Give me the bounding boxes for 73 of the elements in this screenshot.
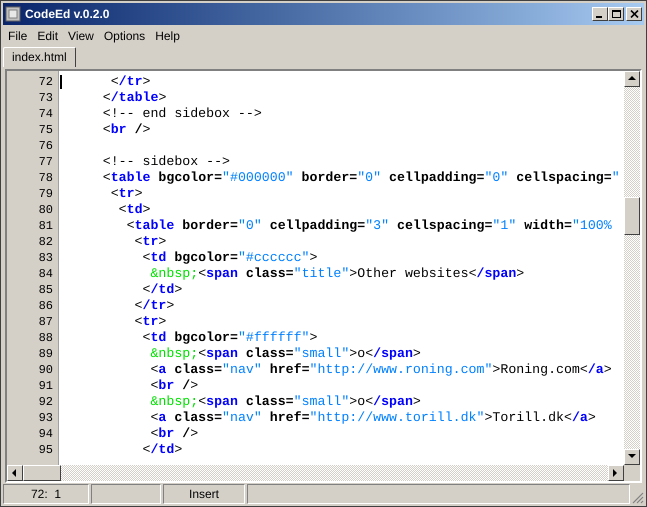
line-number: 73 xyxy=(38,90,54,106)
line-number: 86 xyxy=(38,298,54,314)
code-line: <!-- sidebox --> xyxy=(102,154,230,169)
line-number: 78 xyxy=(38,170,54,186)
maximize-button[interactable] xyxy=(608,7,624,21)
code-line: <br /> xyxy=(149,426,198,441)
line-number: 94 xyxy=(38,426,54,442)
line-number: 88 xyxy=(38,330,54,346)
line-number: 75 xyxy=(38,122,54,138)
cursor-position: 72: 1 xyxy=(3,484,89,504)
code-line: </td> xyxy=(142,442,182,457)
line-number: 93 xyxy=(38,410,54,426)
line-number: 95 xyxy=(38,442,54,458)
maximize-icon xyxy=(612,10,620,18)
code-line: <!-- end sidebox --> xyxy=(102,106,262,121)
close-icon xyxy=(630,10,638,18)
line-number: 90 xyxy=(38,362,54,378)
menu-item[interactable]: Edit xyxy=(32,27,64,45)
horizontal-scrollbar[interactable] xyxy=(7,465,624,481)
line-number: 72 xyxy=(38,74,54,90)
code-line: <tr> xyxy=(134,234,166,249)
scroll-up-button[interactable] xyxy=(624,71,640,87)
code-line: &nbsp;<span class="title">Other websites</span> xyxy=(149,266,524,281)
code-line: <table border="0" cellpadding="3" cellspacing="1" width="100% xyxy=(126,218,612,233)
minimize-button[interactable] xyxy=(592,7,608,21)
vertical-scrollbar[interactable] xyxy=(624,71,640,465)
minimize-icon xyxy=(596,16,602,18)
edit-mode: Insert xyxy=(163,484,245,504)
code-line: </table> xyxy=(102,90,166,105)
code-line: &nbsp;<span class="small">o</span> xyxy=(149,346,421,361)
scroll-left-button[interactable] xyxy=(7,465,23,481)
menu-item[interactable]: View xyxy=(63,27,99,45)
code-line: <td bgcolor="#ffffff"> xyxy=(142,330,318,345)
line-number: 81 xyxy=(38,218,54,234)
code-line: </td> xyxy=(142,282,182,297)
code-line: </tr> xyxy=(110,74,150,89)
file-tab[interactable]: index.html xyxy=(3,47,76,67)
menu-item[interactable]: File xyxy=(3,27,32,45)
line-number: 91 xyxy=(38,378,54,394)
scroll-right-button[interactable] xyxy=(608,465,624,481)
line-number: 92 xyxy=(38,394,54,410)
line-number: 82 xyxy=(38,234,54,250)
code-line: <td> xyxy=(118,202,150,217)
menu-item[interactable]: Options xyxy=(98,27,150,45)
line-number: 87 xyxy=(38,314,54,330)
size-grip-icon xyxy=(632,492,644,504)
scroll-thumb[interactable] xyxy=(23,465,61,481)
line-number: 79 xyxy=(38,186,54,202)
code-line: <td bgcolor="#cccccc"> xyxy=(142,250,318,265)
code-line: &nbsp;<span class="small">o</span> xyxy=(149,394,421,409)
line-number: 74 xyxy=(38,106,54,122)
code-line: <tr> xyxy=(110,186,143,201)
window-title: CodeEd v.0.2.0 xyxy=(25,6,110,23)
code-line: </tr> xyxy=(134,298,174,313)
app-icon xyxy=(5,6,21,22)
line-number: 85 xyxy=(38,282,54,298)
scroll-down-button[interactable] xyxy=(624,449,640,465)
code-line: <table bgcolor="#000000" border="0" cellpadding="0" cellspacing=" xyxy=(102,170,620,185)
line-number: 84 xyxy=(38,266,54,282)
line-number: 76 xyxy=(38,138,54,154)
close-button[interactable] xyxy=(626,7,642,21)
line-number: 83 xyxy=(38,250,54,266)
scroll-thumb[interactable] xyxy=(624,197,640,235)
line-number: 77 xyxy=(38,154,54,170)
code-line: <br /> xyxy=(149,378,198,393)
text-cursor xyxy=(60,75,62,89)
code-line: <a class="nav" href="http://www.roning.com">Roning.com</a> xyxy=(149,362,612,377)
menu-item[interactable]: Help xyxy=(150,27,185,45)
line-number: 80 xyxy=(38,202,54,218)
line-number: 89 xyxy=(38,346,54,362)
code-line: <a class="nav" href="http://www.torill.dk">Torill.dk</a> xyxy=(149,410,596,425)
code-line: <tr> xyxy=(134,314,166,329)
code-line: <br /> xyxy=(102,122,150,137)
